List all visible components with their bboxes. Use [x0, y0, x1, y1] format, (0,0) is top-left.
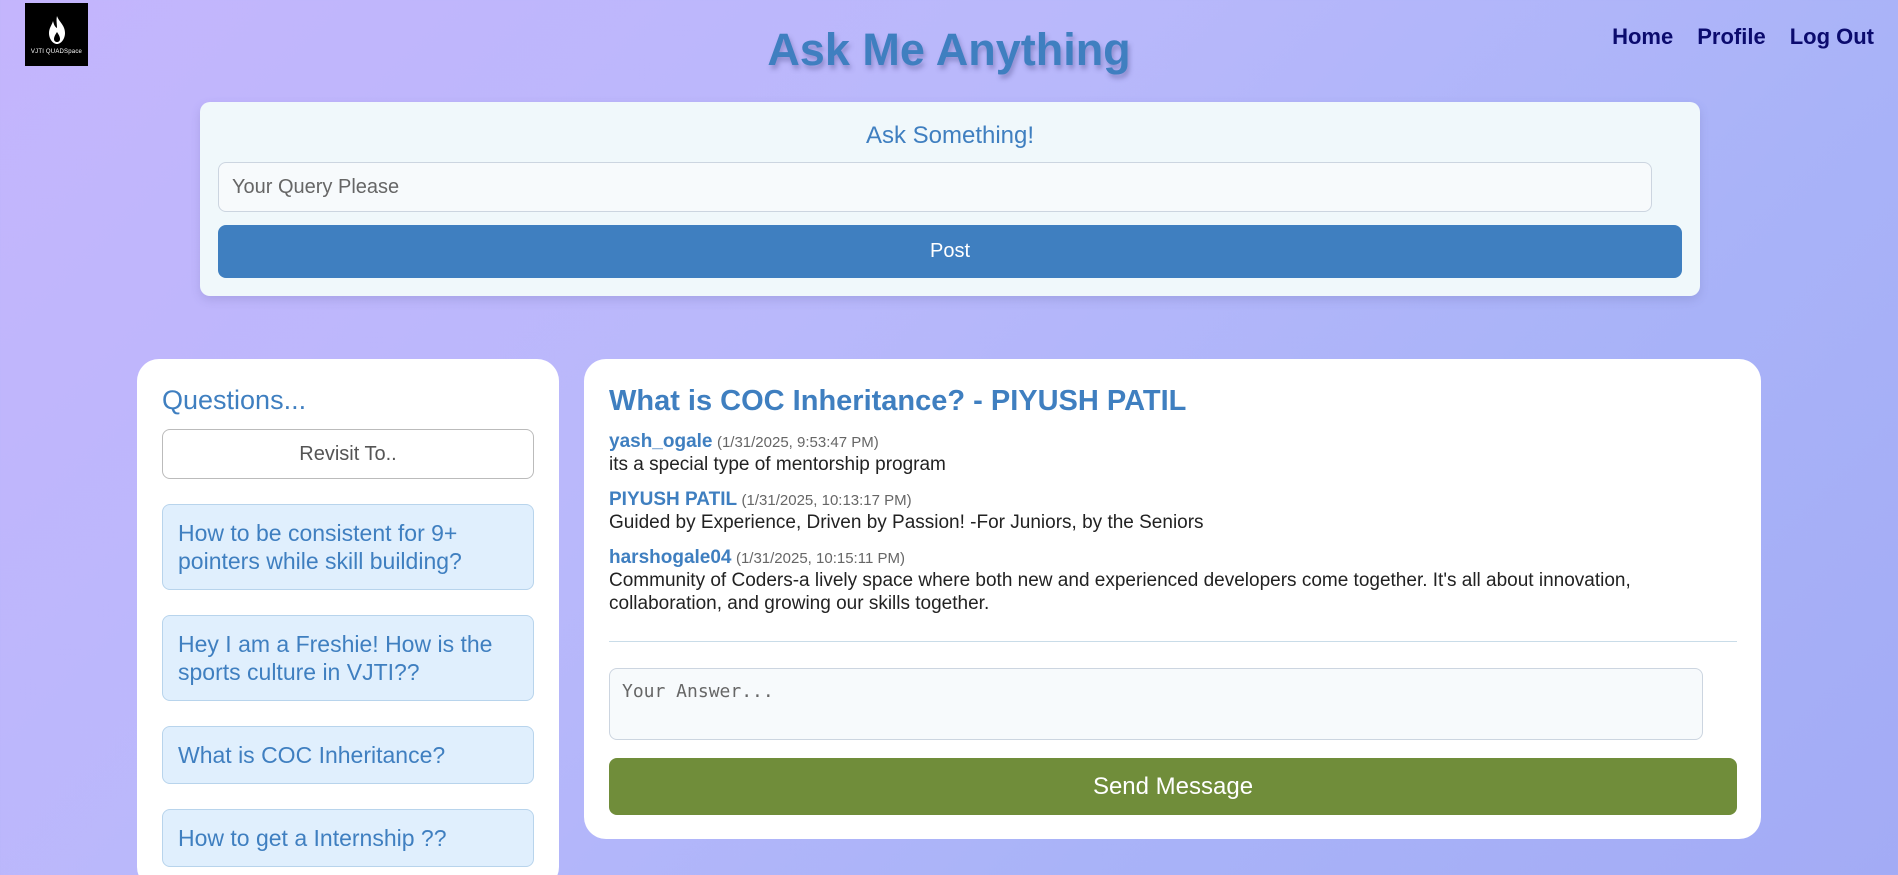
message-list: yash_ogale (1/31/2025, 9:53:47 PM) its a… — [609, 431, 1737, 628]
message-timestamp: (1/31/2025, 10:15:11 PM) — [735, 550, 905, 567]
questions-panel: Questions... Revisit To.. How to be cons… — [137, 359, 559, 875]
ask-card: Ask Something! Post — [200, 102, 1700, 296]
message-text: Community of Coders-a lively space where… — [609, 570, 1631, 614]
message-timestamp: (1/31/2025, 10:13:17 PM) — [741, 492, 912, 509]
nav-home-link[interactable]: Home — [1612, 24, 1673, 50]
answer-input[interactable] — [609, 668, 1703, 740]
top-nav: Home Profile Log Out — [1612, 24, 1874, 50]
question-item[interactable]: How to get a Internship ?? — [162, 809, 534, 867]
questions-title: Questions... — [162, 385, 307, 415]
query-input[interactable] — [218, 162, 1652, 212]
message-item: yash_ogale (1/31/2025, 9:53:47 PM) its a… — [609, 431, 1737, 476]
message-author: yash_ogale — [609, 431, 713, 452]
message-text: its a special type of mentorship program — [609, 454, 946, 475]
message-item: harshogale04 (1/31/2025, 10:15:11 PM) Co… — [609, 547, 1737, 615]
question-item[interactable]: What is COC Inheritance? — [162, 726, 534, 784]
message-text: Guided by Experience, Driven by Passion!… — [609, 512, 1204, 533]
message-timestamp: (1/31/2025, 9:53:47 PM) — [716, 434, 879, 451]
message-item: PIYUSH PATIL (1/31/2025, 10:13:17 PM) Gu… — [609, 489, 1737, 534]
message-author: harshogale04 — [609, 547, 732, 568]
question-item[interactable]: Hey I am a Freshie! How is the sports cu… — [162, 615, 534, 701]
question-item[interactable]: How to be consistent for 9+ pointers whi… — [162, 504, 534, 590]
revisit-button[interactable]: Revisit To.. — [162, 429, 534, 479]
thread-title: What is COC Inheritance? - PIYUSH PATIL — [609, 385, 1187, 417]
thread-panel: What is COC Inheritance? - PIYUSH PATIL … — [584, 359, 1761, 839]
send-message-button[interactable]: Send Message — [609, 758, 1737, 815]
post-button[interactable]: Post — [218, 225, 1682, 278]
ask-title: Ask Something! — [865, 122, 1035, 149]
nav-logout-link[interactable]: Log Out — [1790, 24, 1874, 50]
questions-list: How to be consistent for 9+ pointers whi… — [162, 504, 534, 875]
message-author: PIYUSH PATIL — [609, 489, 738, 510]
nav-profile-link[interactable]: Profile — [1697, 24, 1765, 50]
divider — [609, 641, 1737, 642]
